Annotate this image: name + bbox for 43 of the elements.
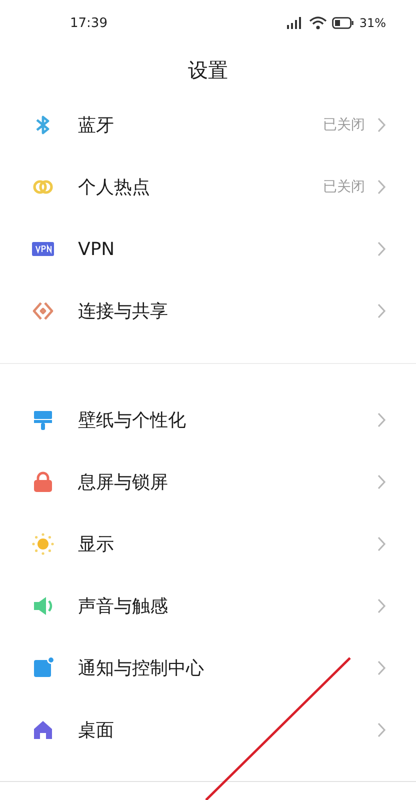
chevron-icon xyxy=(377,598,386,614)
item-label: 显示 xyxy=(78,533,115,556)
notification-icon xyxy=(31,656,55,680)
chevron-icon xyxy=(377,179,386,195)
paintbrush-icon xyxy=(31,408,55,432)
item-label: 息屏与锁屏 xyxy=(78,471,169,494)
chevron-icon xyxy=(377,660,386,676)
settings-item[interactable]: 通知与控制中心 xyxy=(0,637,416,699)
item-label: 声音与触感 xyxy=(78,595,169,618)
item-label: 桌面 xyxy=(78,719,115,742)
chevron-icon xyxy=(377,536,386,552)
battery-icon xyxy=(332,17,354,29)
item-status: 已关闭 xyxy=(323,116,365,134)
chevron-icon xyxy=(377,241,386,257)
settings-item[interactable]: 壁纸与个性化 xyxy=(0,389,416,451)
settings-item[interactable]: 个人热点 已关闭 xyxy=(0,156,416,218)
settings-item[interactable]: 声音与触感 xyxy=(0,575,416,637)
item-label: 通知与控制中心 xyxy=(78,657,205,680)
wifi-icon xyxy=(309,16,328,30)
item-label: 连接与共享 xyxy=(78,300,169,323)
settings-item[interactable]: VPN xyxy=(0,218,416,280)
lock-icon xyxy=(31,470,55,494)
item-status: 已关闭 xyxy=(323,178,365,196)
settings-item[interactable]: 显示 xyxy=(0,513,416,575)
sun-icon xyxy=(31,532,55,556)
settings-item[interactable]: 连接与共享 xyxy=(0,280,416,342)
item-label: 个人热点 xyxy=(78,176,151,199)
chevron-icon xyxy=(377,474,386,490)
home-icon xyxy=(31,718,55,742)
page-title: 设置 xyxy=(187,56,229,84)
settings-item[interactable]: 息屏与锁屏 xyxy=(0,451,416,513)
item-label: VPN xyxy=(78,238,116,260)
speaker-icon xyxy=(31,594,55,618)
battery-level: 31% xyxy=(359,16,386,30)
item-label: 蓝牙 xyxy=(78,114,115,137)
status-time: 17:39 xyxy=(70,16,108,30)
chevron-icon xyxy=(377,722,386,738)
settings-item[interactable]: 桌面 xyxy=(0,699,416,761)
chevron-icon xyxy=(377,117,386,133)
chevron-icon xyxy=(377,303,386,319)
item-label: 壁纸与个性化 xyxy=(78,409,187,432)
chevron-icon xyxy=(377,412,386,428)
settings-item[interactable]: 蓝牙 已关闭 xyxy=(0,94,416,156)
